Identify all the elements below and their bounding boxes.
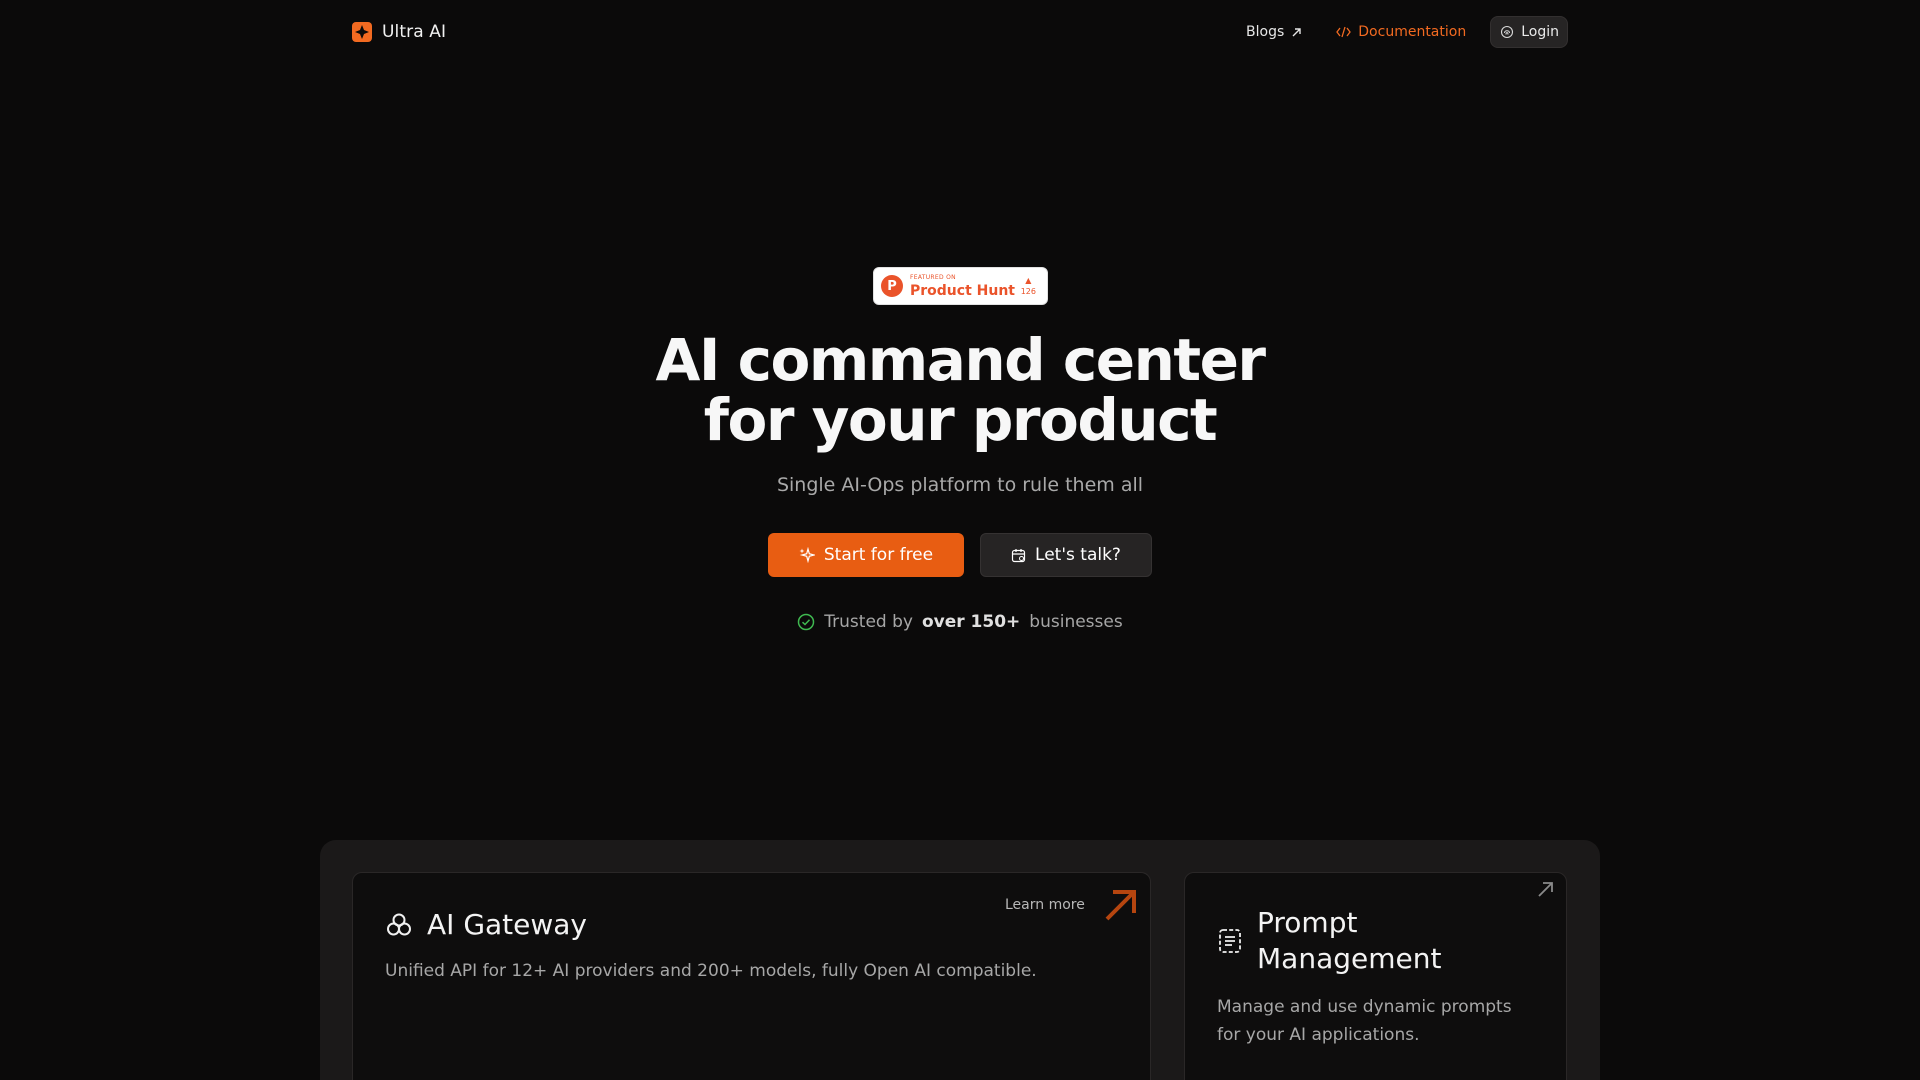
feature-card-header: Prompt Management (1217, 905, 1497, 977)
prompt-list-icon (1219, 929, 1241, 953)
calendar-icon (1011, 548, 1026, 562)
arrow-up-right-icon[interactable] (1103, 887, 1139, 923)
lets-talk-button[interactable]: Let's talk? (980, 533, 1152, 577)
trusted-prefix: Trusted by (824, 612, 913, 632)
trusted-suffix: businesses (1029, 612, 1123, 632)
learn-more-link[interactable]: Learn more (1005, 897, 1085, 913)
fingerprint-icon (1501, 25, 1514, 39)
upvote-triangle-icon: ▲ (1025, 275, 1032, 285)
product-hunt-text: FEATURED ON Product Hunt (910, 273, 1015, 299)
start-for-free-button[interactable]: Start for free (768, 533, 964, 577)
vote-count: 126 (1020, 286, 1036, 296)
lets-talk-label: Let's talk? (1035, 545, 1121, 565)
arrow-up-right-icon[interactable] (1536, 879, 1556, 899)
cta-row: Start for free Let's talk? (768, 533, 1152, 577)
login-button[interactable]: Login (1490, 16, 1568, 48)
trusted-count: over 150+ (921, 612, 1021, 632)
feature-card-prompt-management[interactable]: Prompt Management Manage and use dynamic… (1184, 872, 1567, 1080)
login-button-label: Login (1521, 24, 1559, 40)
sparkles-icon (799, 547, 815, 563)
product-hunt-logo-icon: P (881, 275, 903, 297)
product-hunt-votes: ▲ 126 (1020, 275, 1036, 296)
gateway-circles-icon (387, 913, 411, 936)
arrow-up-right-icon (1292, 27, 1301, 36)
hero-title-line-2: for your product (703, 386, 1218, 454)
featured-on-label: FEATURED ON (910, 273, 956, 281)
brand-name: Ultra AI (382, 22, 447, 42)
feature-description: Manage and use dynamic prompts for your … (1217, 997, 1512, 1045)
blogs-link-label: Blogs (1246, 24, 1285, 40)
feature-title: Prompt Management (1257, 906, 1442, 975)
documentation-link[interactable]: Documentation (1336, 24, 1466, 40)
product-hunt-name: Product Hunt (910, 282, 1015, 299)
feature-card-ai-gateway[interactable]: AI Gateway Unified API for 12+ AI provid… (352, 872, 1151, 1080)
start-for-free-label: Start for free (823, 545, 934, 565)
blogs-link[interactable]: Blogs (1246, 24, 1302, 40)
product-hunt-badge[interactable]: P FEATURED ON Product Hunt ▲ 126 (873, 267, 1048, 305)
hero-title-line-1: AI command center (655, 326, 1266, 394)
brand[interactable]: Ultra AI (352, 22, 446, 42)
ultra-ai-logo-icon (352, 22, 372, 42)
feature-card-header: AI Gateway (385, 907, 587, 943)
hero-title: AI command center for your product (560, 330, 1360, 450)
documentation-link-label: Documentation (1358, 24, 1467, 40)
feature-title: AI Gateway (427, 908, 588, 941)
top-nav: Ultra AI Blogs Documentation Login (352, 14, 1568, 50)
code-icon (1336, 26, 1352, 38)
feature-description: Unified API for 12+ AI providers and 200… (385, 961, 1037, 981)
check-circle-icon (798, 613, 815, 631)
hero-subtitle: Single AI-Ops platform to rule them all (776, 474, 1144, 496)
trusted-by-line: Trusted by over 150+ businesses (560, 612, 1360, 632)
landing-page: Ultra AI Blogs Documentation Login P FEA… (0, 0, 1920, 1080)
nav-links: Blogs Documentation Login (1246, 16, 1568, 48)
